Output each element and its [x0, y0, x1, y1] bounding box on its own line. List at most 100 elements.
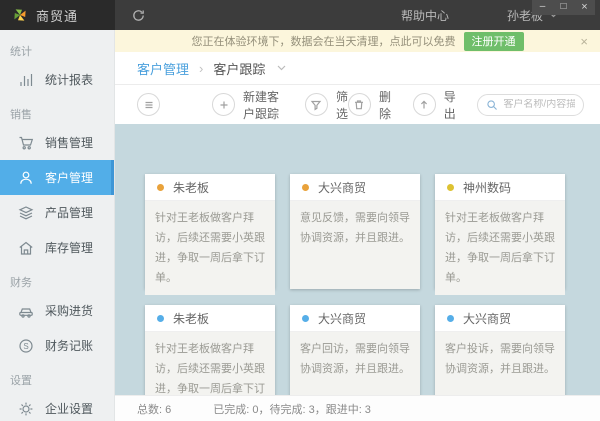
status-dot — [447, 314, 454, 322]
status-dot — [302, 314, 309, 322]
status-dot — [302, 183, 309, 191]
warehouse-icon — [17, 239, 34, 256]
export-label: 导出 — [443, 89, 456, 121]
card-header: 朱老板 — [145, 174, 275, 201]
sidebar-item-inventory-management[interactable]: 库存管理 — [0, 230, 114, 265]
follow-up-card[interactable]: 大兴商贸 客户投诉，需要向领导协调资源，并且跟进。 — [435, 305, 565, 395]
follow-up-card[interactable]: 大兴商贸 意见反馈，需要向领导协调资源，并且跟进。 — [290, 174, 420, 289]
refresh-icon[interactable] — [131, 8, 146, 23]
card-body: 客户回访，需要向领导协调资源，并且跟进。 — [290, 332, 420, 395]
follow-up-card[interactable]: 神州数码 针对王老板做客户拜访，后续还需要小英跟进，争取一周后拿下订单。 — [435, 174, 565, 295]
card-title: 大兴商贸 — [318, 311, 367, 326]
hamburger-icon — [145, 101, 152, 108]
gear-icon — [17, 400, 34, 417]
trial-message: 您正在体验环境下，数据会在当天清理，点此可以免费 — [191, 36, 456, 48]
view-menu-button[interactable] — [137, 93, 160, 116]
sidebar-item-product-management[interactable]: 产品管理 — [0, 195, 114, 230]
export-button[interactable]: 导出 — [412, 88, 462, 122]
register-button[interactable]: 注册开通 — [463, 31, 524, 51]
breadcrumb-customer-tracking: 客户跟踪 — [213, 61, 266, 77]
trash-icon — [347, 93, 371, 116]
card-header: 神州数码 — [435, 174, 565, 201]
new-follow-up-button[interactable]: 新建客户跟踪 — [212, 88, 283, 122]
user-icon — [17, 169, 34, 186]
sidebar-section-settings: 设置 — [10, 375, 32, 387]
sidebar-item-label: 产品管理 — [45, 206, 94, 220]
delete-label: 删除 — [378, 89, 391, 121]
sidebar-item-label: 库存管理 — [45, 241, 94, 255]
sidebar-item-customer-management[interactable]: 客户管理 — [0, 160, 114, 195]
title-bar: 商贸通 帮助中心 孙老板 – □ × — [0, 0, 600, 30]
card-body: 意见反馈，需要向领导协调资源，并且跟进。 — [290, 201, 420, 289]
status-dot — [157, 314, 164, 322]
card-title: 大兴商贸 — [463, 311, 512, 326]
sidebar-item-bookkeeping[interactable]: S 财务记账 — [0, 328, 114, 363]
plus-icon — [212, 93, 235, 116]
sidebar-item-statistical-reports[interactable]: 统计报表 — [0, 62, 114, 97]
sidebar-item-label: 销售管理 — [45, 136, 94, 150]
breadcrumb: 客户管理 › 客户跟踪 — [115, 52, 600, 85]
toolbar: 新建客户跟踪 筛选 删除 导出 客户名称/内容描述 — [115, 85, 600, 124]
card-body: 针对王老板做客户拜访，后续还需要小英跟进，争取一周后拿下订单。 — [145, 332, 275, 395]
sidebar-section-statistics: 统计 — [10, 46, 32, 58]
minimize-button[interactable]: – — [532, 0, 553, 15]
status-dot — [157, 183, 164, 191]
progress-summary: 已完成: 0，待完成: 3，跟进中: 3 — [213, 403, 371, 416]
sidebar: 统计 统计报表 销售 销售管理 客户管理 产品管理 库存管理 财务 采购进货 S… — [0, 30, 115, 421]
follow-up-card-board: 朱老板 针对王老板做客户拜访，后续还需要小英跟进，争取一周后拿下订单。 大兴商贸… — [115, 124, 600, 395]
close-button[interactable]: × — [574, 0, 595, 15]
sidebar-item-label: 采购进货 — [45, 304, 94, 318]
card-body: 针对王老板做客户拜访，后续还需要小英跟进，争取一周后拿下订单。 — [145, 201, 275, 295]
search-icon — [487, 99, 498, 110]
app-logo: 商贸通 — [0, 0, 115, 30]
card-header: 大兴商贸 — [290, 305, 420, 332]
sidebar-item-sales-management[interactable]: 销售管理 — [0, 125, 114, 160]
follow-up-card[interactable]: 大兴商贸 客户回访，需要向领导协调资源，并且跟进。 — [290, 305, 420, 395]
follow-up-card[interactable]: 朱老板 针对王老板做客户拜访，后续还需要小英跟进，争取一周后拿下订单。 — [145, 305, 275, 395]
cart-icon — [17, 134, 34, 151]
funnel-icon — [304, 93, 328, 116]
card-header: 大兴商贸 — [290, 174, 420, 201]
search-input[interactable] — [503, 99, 576, 110]
sidebar-item-enterprise-settings[interactable]: 企业设置 — [0, 391, 114, 421]
svg-text:S: S — [23, 342, 28, 351]
money-circle-icon: S — [17, 337, 34, 354]
card-body: 客户投诉，需要向领导协调资源，并且跟进。 — [435, 332, 565, 395]
layers-icon — [17, 204, 34, 221]
card-header: 大兴商贸 — [435, 305, 565, 332]
content-area: 您正在体验环境下，数据会在当天清理，点此可以免费 注册开通 × 客户管理 › 客… — [115, 30, 600, 421]
app-window: 商贸通 帮助中心 孙老板 – □ × 统计 统计报表 销售 销售管理 客户管理 … — [0, 0, 600, 421]
sidebar-item-label: 统计报表 — [45, 73, 94, 87]
sidebar-item-label: 客户管理 — [45, 171, 94, 185]
sidebar-section-finance: 财务 — [10, 277, 32, 289]
chevron-down-icon[interactable] — [277, 65, 286, 71]
breadcrumb-customer-management[interactable]: 客户管理 — [137, 59, 189, 78]
card-header: 朱老板 — [145, 305, 275, 332]
sidebar-item-label: 财务记账 — [45, 339, 94, 353]
help-center-link[interactable]: 帮助中心 — [401, 7, 449, 24]
sidebar-section-sales: 销售 — [10, 109, 32, 121]
sidebar-item-purchasing[interactable]: 采购进货 — [0, 293, 114, 328]
card-title: 神州数码 — [463, 180, 512, 195]
arrow-up-icon — [412, 93, 436, 116]
car-icon — [17, 302, 34, 319]
toolbar-right: 删除 导出 — [347, 88, 585, 122]
status-bar: 总数: 6 已完成: 0，待完成: 3，跟进中: 3 — [115, 395, 600, 421]
delete-button[interactable]: 删除 — [347, 88, 397, 122]
sidebar-item-label: 企业设置 — [45, 402, 94, 416]
total-count: 总数: 6 — [137, 403, 172, 416]
search-box[interactable] — [477, 93, 585, 116]
notification-close-icon[interactable]: × — [580, 34, 588, 49]
card-title: 大兴商贸 — [318, 180, 367, 195]
card-title: 朱老板 — [173, 180, 210, 195]
maximize-button[interactable]: □ — [553, 0, 574, 15]
filter-label: 筛选 — [335, 89, 348, 121]
status-dot — [447, 183, 454, 191]
window-controls: – □ × — [532, 0, 595, 15]
filter-button[interactable]: 筛选 — [304, 88, 348, 122]
new-follow-up-label: 新建客户跟踪 — [243, 89, 280, 121]
trial-notification-bar: 您正在体验环境下，数据会在当天清理，点此可以免费 注册开通 × — [115, 30, 600, 52]
app-name: 商贸通 — [36, 8, 79, 24]
card-title: 朱老板 — [173, 311, 210, 326]
follow-up-card[interactable]: 朱老板 针对王老板做客户拜访，后续还需要小英跟进，争取一周后拿下订单。 — [145, 174, 275, 295]
